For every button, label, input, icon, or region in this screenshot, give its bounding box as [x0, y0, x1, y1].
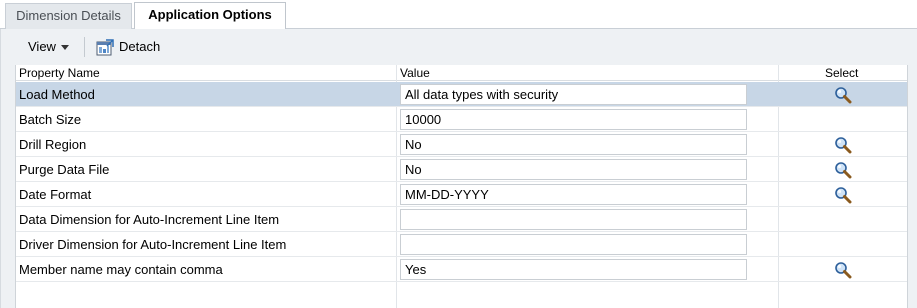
table-row[interactable]: Data Dimension for Auto-Increment Line I… — [16, 207, 907, 232]
property-value-field[interactable]: No — [400, 134, 747, 155]
magnifier-icon[interactable] — [834, 261, 852, 279]
table-row[interactable]: Drill Region No — [16, 132, 907, 157]
table-row[interactable]: Load Method All data types with security — [16, 82, 907, 107]
property-value-field[interactable]: No — [400, 159, 747, 180]
property-name: Drill Region — [19, 137, 87, 152]
application-options-panel: View Detach Property Name Value Select L… — [0, 29, 917, 308]
property-value-field[interactable] — [400, 209, 747, 230]
column-header-property[interactable]: Property Name — [19, 66, 100, 80]
tab-strip: Dimension Details Application Options — [0, 0, 917, 30]
property-value-field[interactable]: 10000 — [400, 109, 747, 130]
table-row[interactable]: Purge Data File No — [16, 157, 907, 182]
table-header: Property Name Value Select — [16, 65, 907, 81]
table-row[interactable]: Batch Size 10000 — [16, 107, 907, 132]
property-name: Purge Data File — [19, 162, 110, 177]
tab-dimension-details[interactable]: Dimension Details — [5, 3, 132, 29]
magnifier-icon[interactable] — [834, 136, 852, 154]
properties-table: Property Name Value Select Load Method Al… — [15, 65, 908, 308]
detach-button[interactable]: Detach — [119, 39, 160, 54]
property-name: Date Format — [19, 187, 92, 202]
magnifier-icon[interactable] — [834, 161, 852, 179]
property-name: Load Method — [19, 87, 95, 102]
view-menu-button[interactable]: View — [28, 39, 56, 54]
table-row[interactable]: Member name may contain comma Yes — [16, 257, 907, 282]
magnifier-icon[interactable] — [834, 186, 852, 204]
property-value-field[interactable] — [400, 234, 747, 255]
property-name: Driver Dimension for Auto-Increment Line… — [19, 237, 287, 252]
toolbar-separator — [84, 37, 85, 57]
toolbar: View Detach — [1, 29, 917, 63]
column-header-select[interactable]: Select — [825, 66, 858, 80]
column-header-value[interactable]: Value — [400, 66, 430, 80]
property-name: Data Dimension for Auto-Increment Line I… — [19, 212, 280, 227]
table-row[interactable]: Date Format MM-DD-YYYY — [16, 182, 907, 207]
property-value-field[interactable]: All data types with security — [400, 84, 747, 105]
property-value-field[interactable]: MM-DD-YYYY — [400, 184, 747, 205]
property-value-field[interactable]: Yes — [400, 259, 747, 280]
tab-application-options[interactable]: Application Options — [134, 2, 286, 30]
application-options-window: Dimension Details Application Options Vi… — [0, 0, 917, 308]
magnifier-icon[interactable] — [834, 86, 852, 104]
property-name: Member name may contain comma — [19, 262, 223, 277]
caret-down-icon[interactable] — [61, 45, 69, 50]
detach-icon[interactable] — [96, 39, 114, 56]
property-name: Batch Size — [19, 112, 82, 127]
table-row[interactable]: Driver Dimension for Auto-Increment Line… — [16, 232, 907, 257]
